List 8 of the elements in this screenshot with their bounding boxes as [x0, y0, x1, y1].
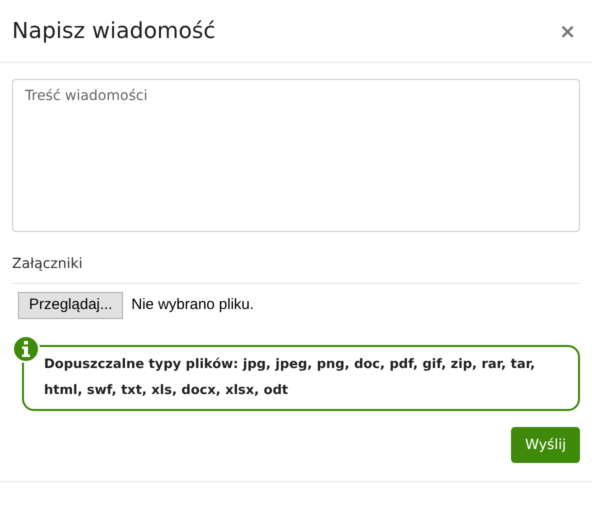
send-button[interactable]: Wyślij: [511, 427, 580, 463]
info-box: Dopuszczalne typy plików: jpg, jpeg, png, doc, pdf, gif, zip, rar, tar, html, swf, txt, xls, docx, xlsx, odt: [22, 345, 580, 411]
attachments-label: Załączniki: [12, 255, 84, 274]
file-status: Nie wybrano pliku.: [131, 295, 254, 316]
browse-button[interactable]: Przeglądaj...: [18, 292, 124, 319]
message-field[interactable]: Treść wiadomości: [12, 79, 580, 232]
dialog-title: Napisz wiadomość: [12, 18, 216, 46]
close-button[interactable]: ×: [559, 21, 576, 41]
